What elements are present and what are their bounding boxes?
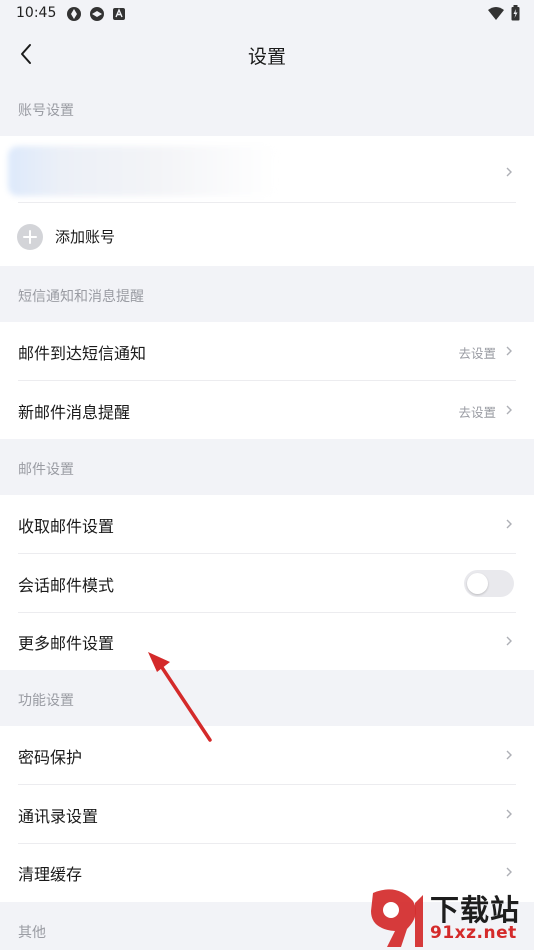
font-notification-icon bbox=[112, 6, 126, 26]
row-label: 更多邮件设置 bbox=[18, 634, 115, 653]
divider bbox=[18, 202, 516, 203]
add-circle-icon bbox=[17, 224, 43, 250]
section-header-mail: 邮件设置 bbox=[18, 462, 74, 478]
mail-card: 收取邮件设置 会话邮件模式 更多邮件设置 bbox=[0, 495, 534, 670]
account-card: 添加账号 bbox=[0, 136, 534, 266]
new-mail-reminder-row[interactable]: 新邮件消息提醒 去设置 bbox=[0, 381, 534, 439]
more-mail-settings-row[interactable]: 更多邮件设置 bbox=[0, 612, 534, 670]
section-header-sms: 短信通知和消息提醒 bbox=[18, 289, 144, 305]
toggle-knob bbox=[467, 573, 488, 594]
row-label: 会话邮件模式 bbox=[18, 576, 115, 595]
sms-arrival-row[interactable]: 邮件到达短信通知 去设置 bbox=[0, 322, 534, 380]
chevron-right-icon bbox=[506, 405, 512, 415]
status-time: 10:45 bbox=[16, 5, 57, 21]
row-value: 去设置 bbox=[458, 346, 496, 361]
nav-bar: 设置 bbox=[0, 28, 534, 80]
chevron-right-icon bbox=[506, 867, 512, 877]
conversation-mode-toggle[interactable] bbox=[464, 570, 514, 597]
chevron-right-icon bbox=[506, 809, 512, 819]
row-label: 新邮件消息提醒 bbox=[18, 403, 131, 422]
row-label: 清理缓存 bbox=[18, 865, 83, 884]
account-row[interactable] bbox=[0, 136, 534, 202]
receive-mail-settings-row[interactable]: 收取邮件设置 bbox=[0, 495, 534, 553]
status-bar: 10:45 bbox=[0, 0, 534, 28]
section-header-feature: 功能设置 bbox=[18, 693, 74, 709]
row-value: 去设置 bbox=[458, 405, 496, 420]
chevron-right-icon bbox=[506, 636, 512, 646]
add-account-label: 添加账号 bbox=[55, 228, 116, 246]
app-notification-icon bbox=[66, 6, 82, 26]
row-label: 收取邮件设置 bbox=[18, 517, 115, 536]
section-header-account: 账号设置 bbox=[18, 103, 74, 119]
password-protection-row[interactable]: 密码保护 bbox=[0, 726, 534, 784]
app-notification-icon bbox=[89, 6, 105, 26]
wifi-icon bbox=[487, 6, 505, 25]
sms-card: 邮件到达短信通知 去设置 新邮件消息提醒 去设置 bbox=[0, 322, 534, 439]
chevron-right-icon bbox=[506, 519, 512, 529]
contacts-settings-row[interactable]: 通讯录设置 bbox=[0, 785, 534, 843]
chevron-right-icon bbox=[506, 346, 512, 356]
feature-card: 密码保护 通讯录设置 清理缓存 bbox=[0, 726, 534, 902]
watermark-url: 91xz.net bbox=[430, 923, 517, 943]
row-label: 密码保护 bbox=[18, 748, 83, 767]
chevron-right-icon bbox=[506, 167, 512, 177]
conversation-mode-row: 会话邮件模式 bbox=[0, 554, 534, 612]
page-title: 设置 bbox=[247, 46, 286, 68]
account-info-blurred bbox=[8, 146, 278, 196]
row-label: 邮件到达短信通知 bbox=[18, 344, 147, 363]
battery-icon bbox=[511, 5, 520, 25]
row-label: 通讯录设置 bbox=[18, 807, 99, 826]
chevron-right-icon bbox=[506, 750, 512, 760]
